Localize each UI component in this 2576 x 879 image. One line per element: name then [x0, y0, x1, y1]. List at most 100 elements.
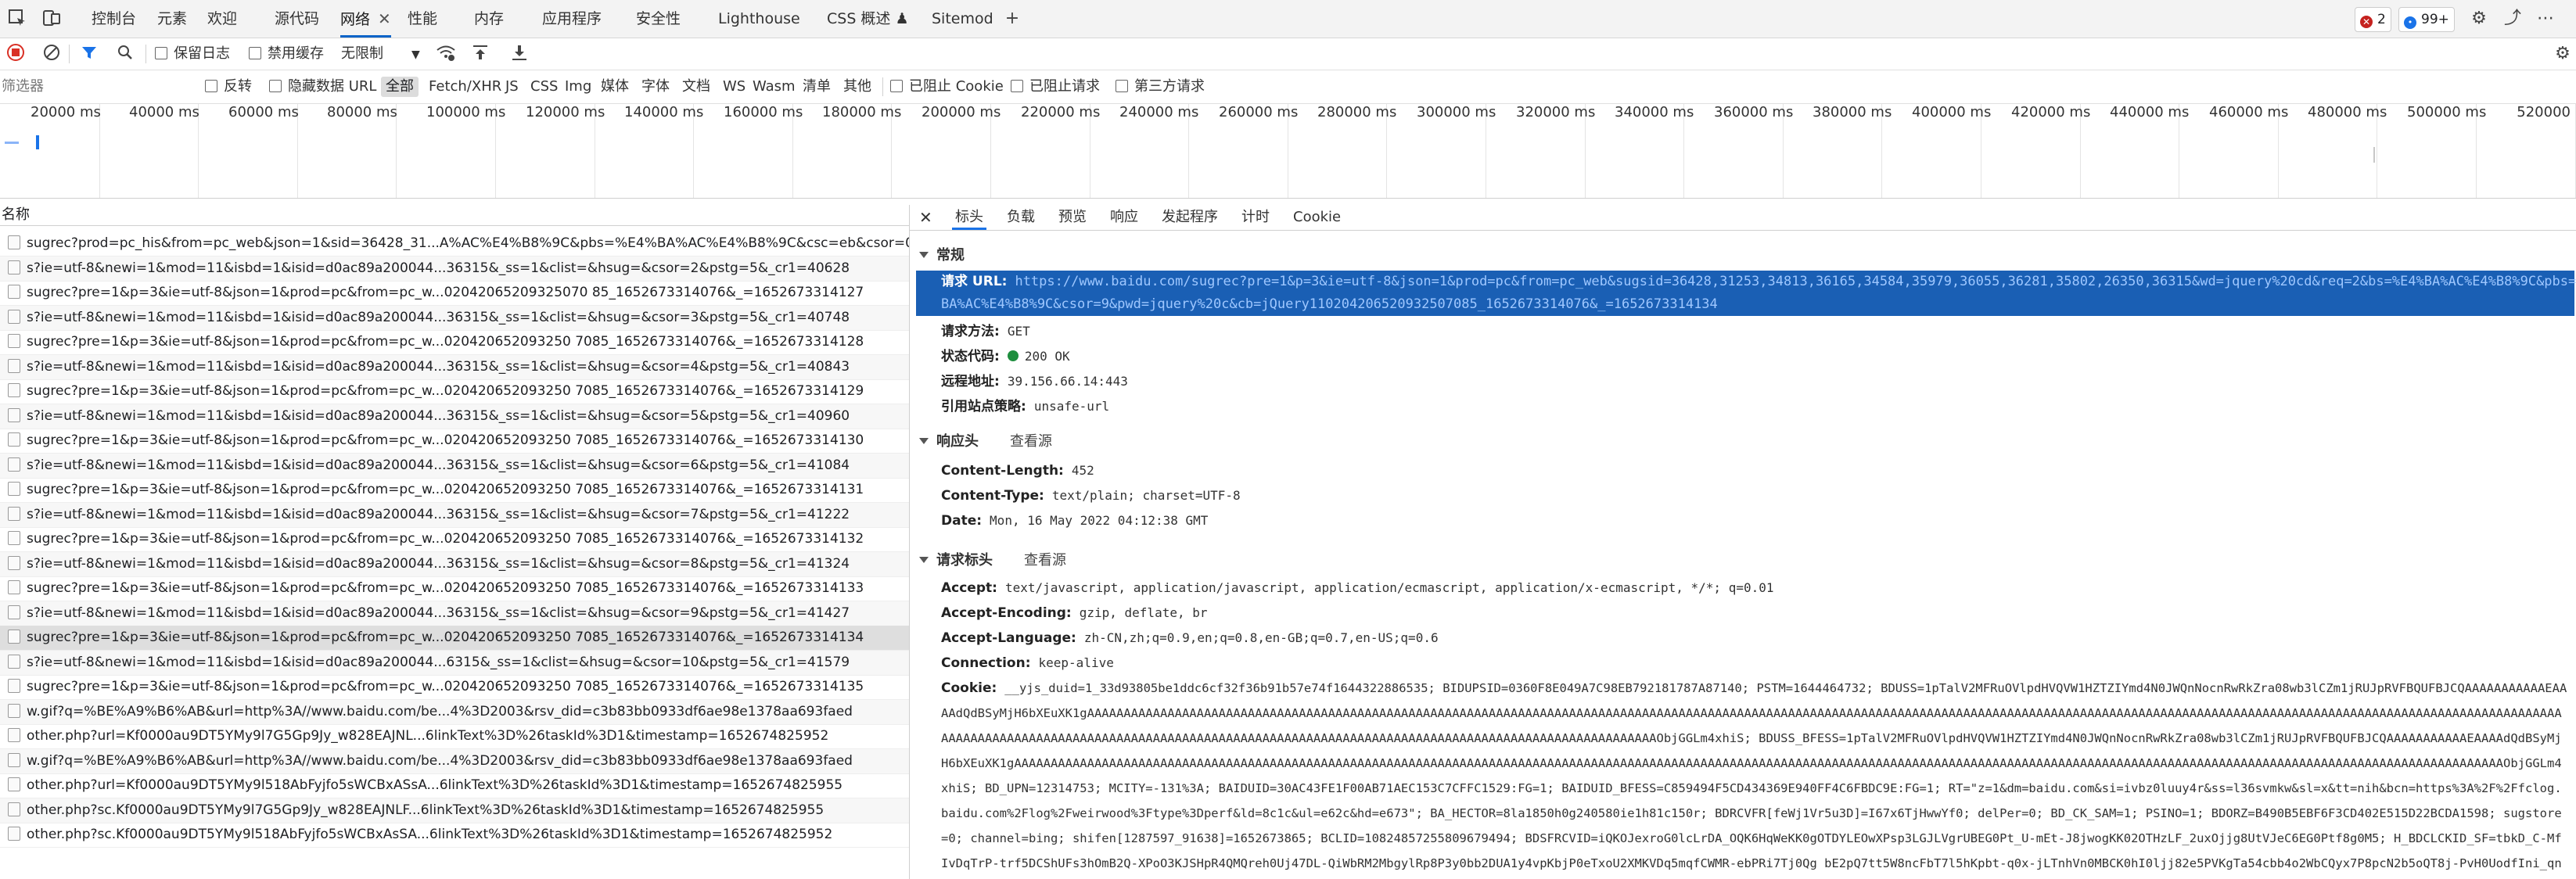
record-stop-icon[interactable]: [5, 43, 27, 65]
tab-sources[interactable]: 源代码: [275, 0, 319, 38]
view-source-link[interactable]: 查看源: [1010, 433, 1052, 450]
request-name: other.php?sc.Kf0000au9DT5YMy9l518AbFyjfo…: [27, 827, 833, 842]
request-row[interactable]: other.php?sc.Kf0000au9DT5YMy9l518AbFyjfo…: [0, 823, 909, 848]
inspect-element-icon[interactable]: [6, 8, 28, 30]
disable-cache-checkbox[interactable]: 禁用缓存: [249, 38, 324, 70]
tab-welcome[interactable]: 欢迎: [207, 0, 237, 38]
panel-settings-gear-icon[interactable]: ⚙: [2552, 43, 2574, 65]
export-har-icon[interactable]: [508, 43, 530, 65]
request-row[interactable]: sugrec?pre=1&p=3&ie=utf-8&json=1&prod=pc…: [0, 429, 909, 454]
file-icon: [8, 679, 20, 693]
request-row[interactable]: s?ie=utf-8&newi=1&mod=11&isbd=1&isid=d0a…: [0, 305, 909, 331]
request-row[interactable]: sugrec?pre=1&p=3&ie=utf-8&json=1&prod=pc…: [0, 626, 909, 651]
request-row[interactable]: other.php?url=Kf0000au9DT5YMy9l7G5Gp9Jy_…: [0, 724, 909, 749]
gear-icon[interactable]: ⚙: [2468, 8, 2490, 30]
invert-checkbox[interactable]: 反转: [205, 70, 252, 103]
request-row[interactable]: sugrec?prod=pc_his&from=pc_web&json=1&si…: [0, 231, 909, 257]
tab-cookies[interactable]: Cookie: [1293, 205, 1341, 230]
blocked-cookies-checkbox[interactable]: 已阻止 Cookie: [890, 70, 1004, 103]
error-count-badge[interactable]: ✕ 2: [2355, 7, 2391, 32]
request-row[interactable]: other.php?sc.Kf0000au9DT5YMy9l7G5Gp9Jy_w…: [0, 798, 909, 823]
request-row[interactable]: s?ie=utf-8&newi=1&mod=11&isbd=1&isid=d0a…: [0, 354, 909, 380]
request-row[interactable]: sugrec?pre=1&p=3&ie=utf-8&json=1&prod=pc…: [0, 379, 909, 404]
request-row[interactable]: s?ie=utf-8&newi=1&mod=11&isbd=1&isid=d0a…: [0, 551, 909, 577]
message-icon: •: [2404, 16, 2416, 29]
request-row[interactable]: s?ie=utf-8&newi=1&mod=11&isbd=1&isid=d0a…: [0, 601, 909, 626]
type-filter-font[interactable]: 字体: [641, 70, 670, 103]
tab-initiator[interactable]: 发起程序: [1162, 205, 1218, 230]
section-response-headers[interactable]: 响应头 查看源: [919, 430, 1052, 450]
device-emulation-icon[interactable]: [41, 8, 63, 30]
timeline-tick-label: 220000 ms: [1021, 104, 1101, 120]
search-icon[interactable]: [114, 43, 136, 65]
request-row[interactable]: w.gif?q=%BE%A9%B6%AB&url=http%3A//www.ba…: [0, 748, 909, 774]
request-row[interactable]: sugrec?pre=1&p=3&ie=utf-8&json=1&prod=pc…: [0, 478, 909, 503]
issues-count-badge[interactable]: • 99+: [2398, 7, 2455, 32]
tab-sitemod[interactable]: Sitemod: [932, 0, 993, 38]
tab-performance[interactable]: 性能: [408, 0, 437, 38]
type-filter-doc[interactable]: 文档: [682, 70, 710, 103]
request-row[interactable]: s?ie=utf-8&newi=1&mod=11&isbd=1&isid=d0a…: [0, 650, 909, 676]
tab-network[interactable]: 网络 ✕: [340, 0, 391, 38]
section-general[interactable]: 常规: [919, 244, 965, 264]
preserve-log-checkbox[interactable]: 保留日志: [155, 38, 230, 70]
view-source-link[interactable]: 查看源: [1024, 552, 1066, 569]
tab-elements[interactable]: 元素: [157, 0, 187, 38]
tab-headers[interactable]: 标头: [952, 205, 986, 230]
throttling-select[interactable]: 无限制 ▼: [341, 38, 420, 70]
clear-icon[interactable]: [41, 43, 63, 65]
network-conditions-icon[interactable]: [435, 43, 457, 65]
tab-response[interactable]: 响应: [1110, 205, 1138, 230]
add-tab-icon[interactable]: +: [1001, 8, 1023, 30]
request-row[interactable]: s?ie=utf-8&newi=1&mod=11&isbd=1&isid=d0a…: [0, 256, 909, 282]
tab-payload[interactable]: 负载: [1007, 205, 1035, 230]
share-icon[interactable]: ⤴: [2502, 8, 2524, 30]
type-filter-fetch-xhr[interactable]: Fetch/XHR: [429, 70, 501, 103]
tab-css-overview[interactable]: CSS 概述 ♟: [827, 0, 908, 38]
hide-data-url-checkbox[interactable]: 隐藏数据 URL: [269, 70, 376, 103]
type-filter-all[interactable]: 全部: [381, 77, 419, 97]
tab-console[interactable]: 控制台: [92, 0, 136, 38]
request-row[interactable]: s?ie=utf-8&newi=1&mod=11&isbd=1&isid=d0a…: [0, 502, 909, 528]
timeline-overview[interactable]: 20000 ms 40000 ms 60000 ms 80000 ms 100000 m…: [0, 104, 2576, 199]
request-row[interactable]: sugrec?pre=1&p=3&ie=utf-8&json=1&prod=pc…: [0, 330, 909, 355]
tab-lighthouse[interactable]: Lighthouse: [718, 0, 800, 38]
response-header: Content-Type: text/plain; charset=UTF-8: [941, 488, 1241, 504]
request-row[interactable]: sugrec?pre=1&p=3&ie=utf-8&json=1&prod=pc…: [0, 281, 909, 306]
type-filter-ws[interactable]: WS: [723, 70, 745, 103]
type-filter-js[interactable]: JS: [505, 70, 519, 103]
tab-application[interactable]: 应用程序: [542, 0, 602, 38]
timeline-tick-label: 460000 ms: [2209, 104, 2289, 120]
request-row[interactable]: other.php?url=Kf0000au9DT5YMy9l518AbFyjf…: [0, 773, 909, 798]
more-options-icon[interactable]: ⋯: [2535, 8, 2556, 30]
section-request-headers[interactable]: 请求标头 查看源: [919, 549, 1066, 569]
request-row[interactable]: sugrec?pre=1&p=3&ie=utf-8&json=1&prod=pc…: [0, 675, 909, 700]
tab-preview[interactable]: 预览: [1058, 205, 1087, 230]
details-tabs: ✕ 标头 负载 预览 响应 发起程序 计时 Cookie: [910, 205, 2576, 231]
request-name: s?ie=utf-8&newi=1&mod=11&isbd=1&isid=d0a…: [27, 309, 850, 325]
request-url-continued[interactable]: BA%AC%E4%B8%9C&csor=9&pwd=jquery%20c&cb=…: [941, 293, 1718, 316]
type-filter-media[interactable]: 媒体: [601, 70, 629, 103]
third-party-checkbox[interactable]: 第三方请求: [1116, 70, 1205, 103]
type-filter-css[interactable]: CSS: [530, 70, 558, 103]
type-filter-img[interactable]: Img: [565, 70, 591, 103]
close-icon[interactable]: ✕: [378, 9, 391, 28]
tab-security[interactable]: 安全性: [636, 0, 681, 38]
type-filter-wasm[interactable]: Wasm: [753, 70, 796, 103]
request-row[interactable]: s?ie=utf-8&newi=1&mod=11&isbd=1&isid=d0a…: [0, 404, 909, 429]
close-details-icon[interactable]: ✕: [919, 205, 932, 230]
filter-input[interactable]: 筛选器: [2, 70, 189, 103]
tab-timing[interactable]: 计时: [1241, 205, 1270, 230]
request-url[interactable]: 请求 URL: https://www.baidu.com/sugrec?pre=…: [941, 271, 2576, 293]
filter-icon[interactable]: [78, 43, 100, 65]
tab-memory[interactable]: 内存: [474, 0, 504, 38]
blocked-requests-checkbox[interactable]: 已阻止请求: [1011, 70, 1100, 103]
request-row[interactable]: s?ie=utf-8&newi=1&mod=11&isbd=1&isid=d0a…: [0, 453, 909, 479]
request-row[interactable]: sugrec?pre=1&p=3&ie=utf-8&json=1&prod=pc…: [0, 527, 909, 552]
request-row[interactable]: sugrec?pre=1&p=3&ie=utf-8&json=1&prod=pc…: [0, 576, 909, 601]
import-har-icon[interactable]: [469, 43, 491, 65]
request-row[interactable]: w.gif?q=%BE%A9%B6%AB&url=http%3A//www.ba…: [0, 699, 909, 725]
column-header-name[interactable]: 名称: [0, 205, 911, 226]
type-filter-other[interactable]: 其他: [843, 70, 871, 103]
type-filter-manifest[interactable]: 清单: [803, 70, 831, 103]
